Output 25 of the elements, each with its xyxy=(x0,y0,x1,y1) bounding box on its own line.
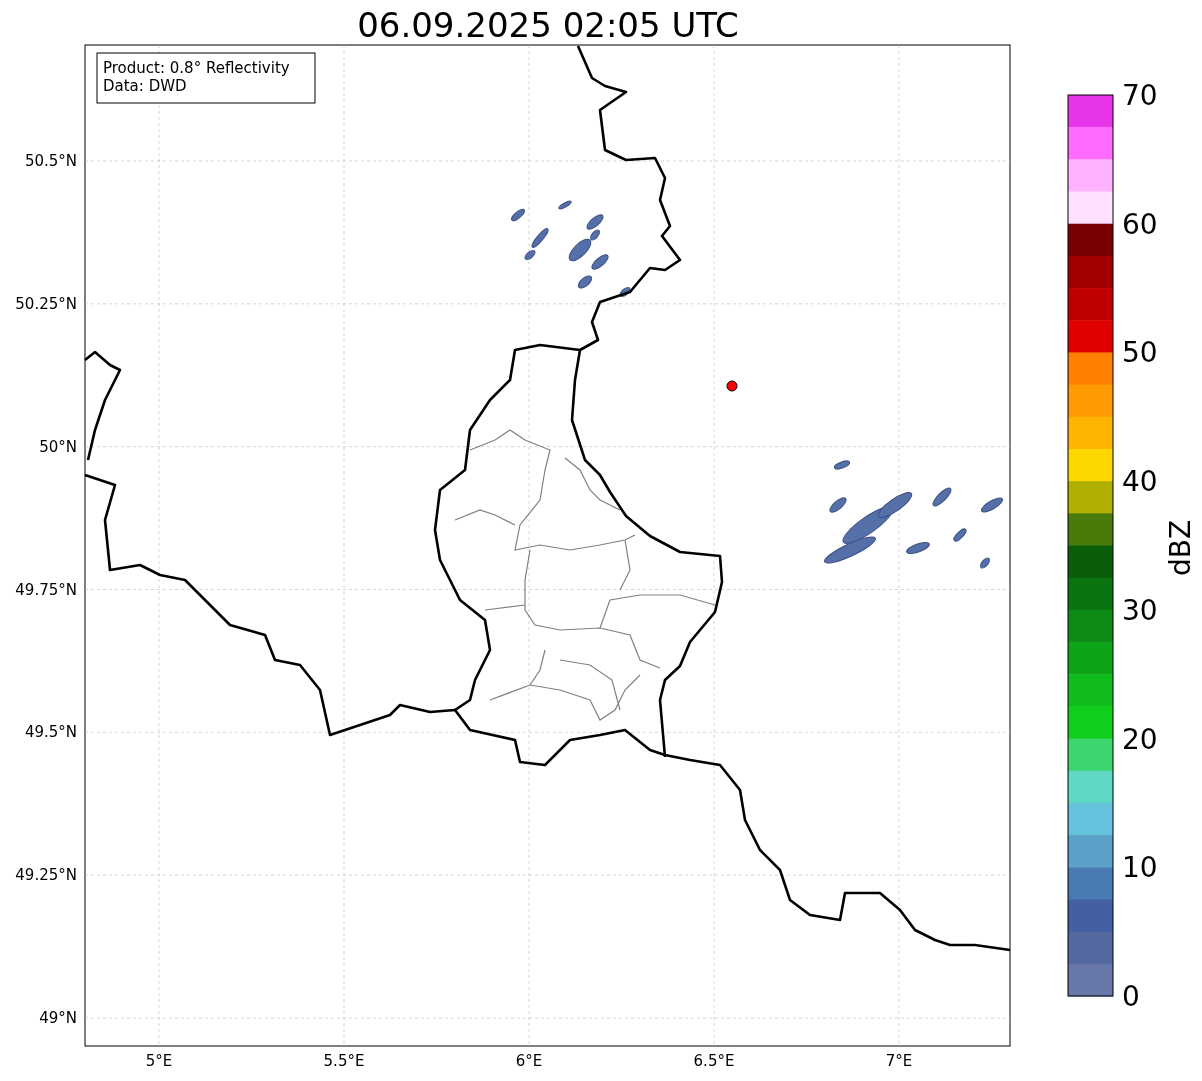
colorbar-tick-label: 60 xyxy=(1122,207,1158,241)
longitude-tick-label: 6.5°E xyxy=(693,1052,735,1070)
colorbar-tick-label: 70 xyxy=(1122,79,1158,112)
chart-title: 06.09.2025 02:05 UTC xyxy=(357,5,739,45)
longitude-tick-label: 5°E xyxy=(145,1052,173,1070)
legend-text: Data: DWD xyxy=(103,77,187,95)
legend-text: Product: 0.8° Reflectivity xyxy=(103,59,290,77)
colorbar-label: dBZ xyxy=(1164,519,1197,577)
colorbar-tick-label: 30 xyxy=(1122,593,1158,627)
latitude-tick-label: 50.25°N xyxy=(15,294,77,313)
colorbar-tick-label: 0 xyxy=(1122,980,1140,1013)
latitude-tick-label: 49.25°N xyxy=(15,866,77,885)
colorbar-tick-label: 40 xyxy=(1122,465,1158,499)
longitude-tick-label: 5.5°E xyxy=(323,1052,365,1070)
colorbar-tick-label: 10 xyxy=(1122,851,1158,885)
station-marker xyxy=(726,380,738,392)
latitude-tick-label: 50.5°N xyxy=(24,152,77,170)
colorbar-tick-label: 50 xyxy=(1122,336,1158,370)
longitude-tick-label: 7°E xyxy=(885,1052,913,1070)
latitude-tick-label: 49°N xyxy=(39,1009,77,1027)
latitude-tick-label: 50°N xyxy=(39,437,77,456)
colorbar-tick-label: 20 xyxy=(1122,722,1158,756)
longitude-tick-label: 6°E xyxy=(515,1052,543,1070)
latitude-tick-label: 49.75°N xyxy=(15,580,77,599)
latitude-tick-label: 49.5°N xyxy=(24,723,77,742)
